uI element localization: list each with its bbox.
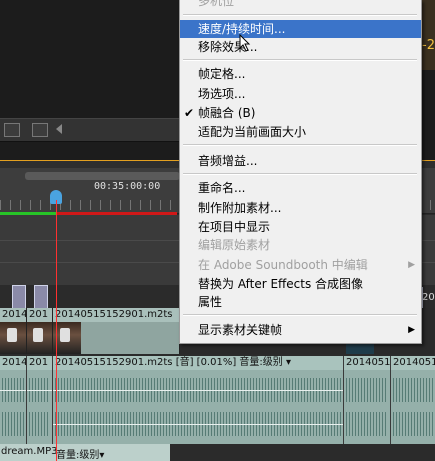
audio-clip[interactable]: 20140515152901.m2ts [音] [0.01%] 音量:级别 ▾ (53, 356, 344, 444)
menu-separator (183, 314, 417, 316)
clip-label: 201 (27, 308, 52, 322)
clip-thumbnail (346, 343, 374, 354)
clip-label: 2014 (0, 356, 27, 370)
checkmark-icon: ✔ (184, 106, 195, 120)
music-clip-volume[interactable]: 音量:级别▾ (56, 446, 104, 461)
playhead-line[interactable] (56, 200, 57, 461)
menu-item-edit-in-soundbooth: 在 Adobe Soundbooth 中编辑 ▶ (198, 258, 415, 272)
submenu-arrow-icon: ▶ (408, 325, 415, 335)
monitor-preview-edge (420, 0, 435, 70)
menu-item-replace-with-ae[interactable]: 替换为 After Effects 合成图像 (180, 275, 421, 293)
empty-track-area (170, 444, 435, 461)
clip-label: 2014051 (391, 356, 435, 370)
menu-item-audio-gain[interactable]: 音频增益... (180, 152, 421, 170)
audio-clip[interactable]: 201 (27, 356, 53, 444)
menu-separator (183, 59, 417, 61)
clip-context-menu: 多机位 速度/持续时间... 移除效果... 帧定格... 场选项... ✔ 帧融… (179, 0, 422, 344)
menu-item-rename[interactable]: 重命名... (180, 179, 421, 197)
volume-line[interactable] (53, 424, 343, 425)
submenu-arrow-icon: ▶ (408, 260, 415, 270)
menu-item-frame-blend[interactable]: ✔ 帧融合 (B) (180, 104, 421, 122)
clip-thumbnail (0, 322, 26, 354)
menu-separator (183, 144, 417, 146)
monitor-controls-bar (0, 118, 180, 142)
clip-marker[interactable] (12, 285, 26, 309)
menu-separator (183, 173, 417, 175)
video-clip[interactable]: 2014 (0, 308, 27, 354)
volume-line[interactable] (0, 390, 26, 391)
clip-label: 20140515152901.m2ts (53, 308, 179, 322)
waveform (393, 412, 433, 436)
menu-item-make-subclip[interactable]: 制作附加素材... (180, 199, 421, 217)
menu-item-speed-duration[interactable]: 速度/持续时间... (180, 20, 421, 38)
audio-clip[interactable]: 2014051 (391, 356, 435, 444)
menu-item-reveal-in-project[interactable]: 在项目中显示 (180, 218, 421, 236)
extract-icon[interactable] (32, 123, 48, 137)
menu-separator (183, 14, 417, 16)
chevron-down-icon[interactable]: ▾ (286, 357, 291, 368)
waveform (29, 412, 50, 436)
menu-item-properties[interactable]: 属性 (180, 293, 421, 311)
step-back-icon[interactable] (56, 124, 62, 134)
clip-label: 201 (27, 356, 52, 370)
waveform (2, 412, 24, 436)
ruler-timecode: 00:35:00:00 (94, 181, 161, 192)
lift-icon[interactable] (4, 123, 20, 137)
zoom-scrollbar[interactable] (25, 172, 180, 180)
waveform (346, 378, 388, 402)
video-clip[interactable]: 201 (27, 308, 53, 354)
menu-item-remove-effects[interactable]: 移除效果... (180, 38, 421, 56)
menu-item-edit-original: 编辑原始素材 (198, 238, 271, 252)
menu-item-multicam: 多机位 (198, 0, 235, 8)
waveform (346, 412, 388, 436)
clip-thumbnail (27, 322, 52, 354)
volume-line[interactable] (27, 390, 52, 391)
monitor-preview-text: -2 (422, 38, 435, 53)
clip-marker[interactable] (34, 285, 48, 309)
volume-label: 音量:级别 (56, 450, 100, 461)
clip-name: 20140515152901.m2ts (55, 357, 173, 368)
audio-clip[interactable]: 2014 (0, 356, 27, 444)
clip-label: 2014051 (344, 356, 391, 370)
volume-line[interactable] (53, 390, 343, 391)
mouse-cursor-icon (239, 34, 251, 52)
music-clip-name: dream.MP3 (1, 446, 58, 457)
menu-item-frame-hold[interactable]: 帧定格... (180, 65, 421, 83)
clip-thumbnail (53, 322, 81, 354)
clip-label: 201 (422, 292, 435, 303)
clip-label: 20140515152901.m2ts [音] [0.01%] 音量:级别 ▾ (53, 356, 343, 370)
menu-item-show-clip-keyframes[interactable]: 显示素材关键帧 ▶ (180, 321, 421, 339)
menu-item-scale-to-frame[interactable]: 适配为当前画面大小 (180, 123, 421, 141)
video-clip[interactable]: 20140515152901.m2ts (53, 308, 180, 354)
waveform (393, 378, 433, 402)
chevron-down-icon[interactable]: ▾ (99, 450, 104, 461)
menu-item-field-options[interactable]: 场选项... (180, 85, 421, 103)
clip-status: [音] [0.01%] 音量:级别 (175, 357, 283, 368)
clip-label: 2014 (0, 308, 27, 322)
audio-clip[interactable]: 2014051 (344, 356, 391, 444)
